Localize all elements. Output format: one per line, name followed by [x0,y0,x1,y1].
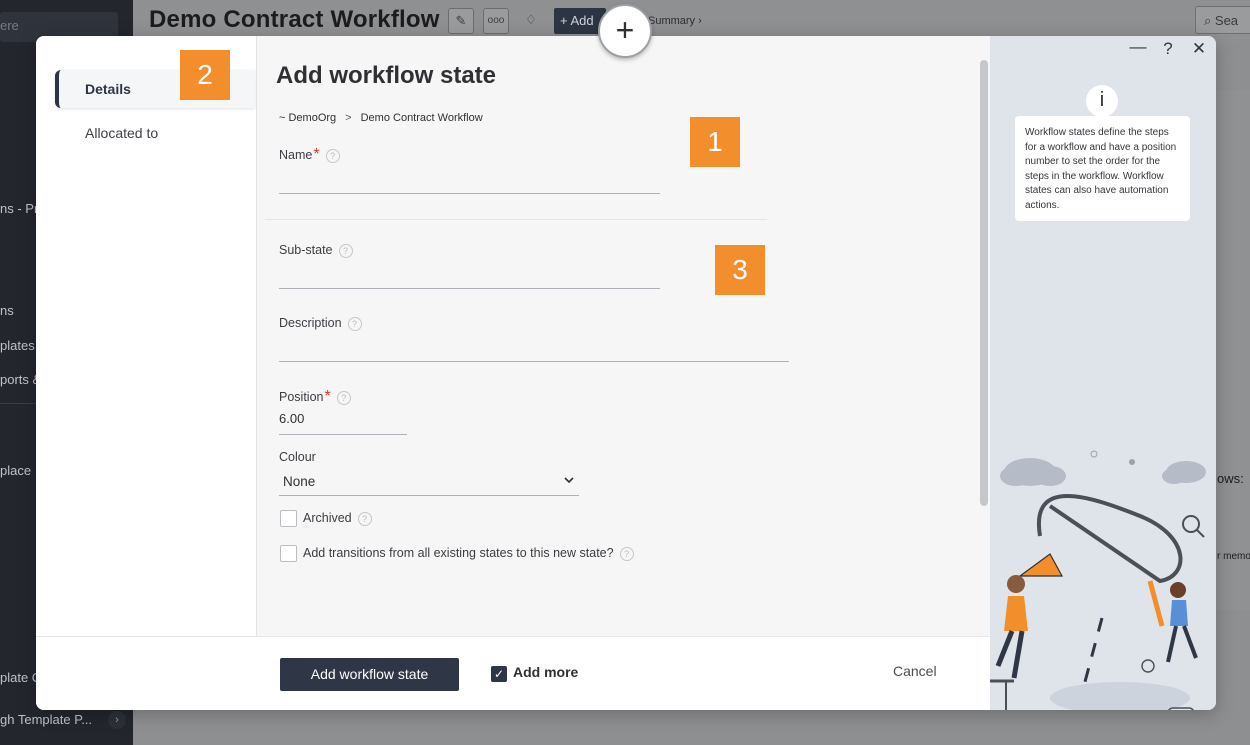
signpost-icon [1168,707,1194,710]
rows-text: ows: [1217,471,1244,486]
position-label: Position*? [279,388,351,405]
archived-checkbox[interactable] [280,510,297,527]
ground-shadow [1050,682,1190,710]
info-card: Workflow states define the steps for a w… [1015,116,1190,221]
header-search-input[interactable]: ⌕ Sea [1195,6,1250,34]
close-icon[interactable]: ✕ [1190,39,1208,59]
callout-badge-3: 3 [715,245,765,295]
dialog-footer: Add workflow state ✓ Add more Cancel [36,636,990,710]
substate-label: Sub-state? [279,243,353,258]
breadcrumb-org[interactable]: ~ DemoOrg [279,112,336,124]
help-panel: — ? ✕ Workflow states define the steps f… [990,36,1216,710]
description-field[interactable] [279,338,789,362]
add-transitions-label-text: Add transitions from all existing states… [303,546,614,560]
required-marker: * [324,388,331,405]
decorative-dot [1090,450,1098,458]
archived-label: Archived? [303,511,372,526]
breadcrumb-workflow[interactable]: Demo Contract Workflow [361,112,483,124]
decorative-dot [1129,459,1135,465]
position-label-text: Position [279,390,324,404]
position-field[interactable]: 6.00 [279,411,407,435]
substate-label-text: Sub-state [279,243,333,257]
help-icon[interactable]: ? [338,243,353,258]
add-workflow-state-button[interactable]: Add workflow state [280,658,459,691]
name-field[interactable] [279,170,660,194]
chevron-down-icon [564,477,574,484]
cloud-icon [1162,461,1206,484]
tag-icon[interactable]: ♢ [518,8,544,34]
substate-field[interactable] [279,265,660,289]
chevron-right-icon[interactable]: › [108,711,126,729]
colour-label: Colour [279,450,316,464]
description-label: Description? [279,316,362,331]
help-icon[interactable]: ? [1159,39,1177,59]
nav-item-allocated-to[interactable]: Allocated to [55,114,255,152]
colour-select[interactable]: None [279,470,579,496]
paperclip-shape [1036,494,1183,584]
summary-link[interactable]: Summary › [648,15,702,27]
section-divider [265,219,767,220]
add-transitions-checkbox[interactable] [280,545,297,562]
archived-label-text: Archived [303,511,352,525]
help-icon[interactable]: ? [347,316,362,331]
help-icon[interactable]: ? [357,511,372,526]
workflow-illustration [990,450,1206,710]
add-more-checkbox[interactable]: ✓ [491,666,507,682]
form-scrollbar[interactable] [980,60,988,506]
search-placeholder: Sea [1214,13,1239,28]
search-icon: ⌕ [1204,13,1212,28]
person-right-illustration [1147,580,1198,663]
callout-badge-1: 1 [690,117,740,167]
add-plus-icon[interactable]: + [598,4,652,58]
add-more-label: Add more [513,664,579,680]
more-options-icon[interactable]: ooo [483,8,509,34]
nav-item-label: Details [85,81,131,97]
form-area: Add workflow state ~ DemoOrg > Demo Contra… [256,36,990,636]
breadcrumb: ~ DemoOrg > Demo Contract Workflow [279,112,483,124]
dialog-title: Add workflow state [276,62,497,89]
help-icon[interactable]: ? [619,546,634,561]
decorative-ring [1141,659,1155,673]
memo-text: r memo [1217,551,1250,562]
person-left-illustration [995,575,1028,679]
sidebar-item[interactable]: gh Template P... [0,712,104,727]
help-icon[interactable]: ? [336,390,351,405]
cloud-icon [1000,458,1066,486]
edit-icon[interactable]: ✎ [448,8,474,34]
add-transitions-label: Add transitions from all existing states… [303,546,634,561]
description-label-text: Description [279,316,342,330]
background-panel [1215,90,1250,610]
magnifier-icon [1182,515,1200,533]
breadcrumb-separator: > [345,112,352,124]
page-title: Demo Contract Workflow [149,6,440,33]
help-icon[interactable]: ? [325,148,340,163]
nav-item-label: Allocated to [85,125,159,141]
name-label-text: Name [279,148,313,162]
add-workflow-state-dialog: Details Allocated to Add workflow state … [36,36,1216,710]
minimize-icon[interactable]: — [1129,37,1147,57]
colour-select-value: None [283,474,316,489]
name-label: Name*? [279,146,340,163]
required-marker: * [313,146,320,163]
paper-plane-icon [1018,553,1064,577]
cancel-button[interactable]: Cancel [893,663,937,679]
callout-badge-2: 2 [180,50,230,100]
dialog-nav: Details Allocated to [36,36,256,636]
info-icon: i [1086,85,1118,117]
